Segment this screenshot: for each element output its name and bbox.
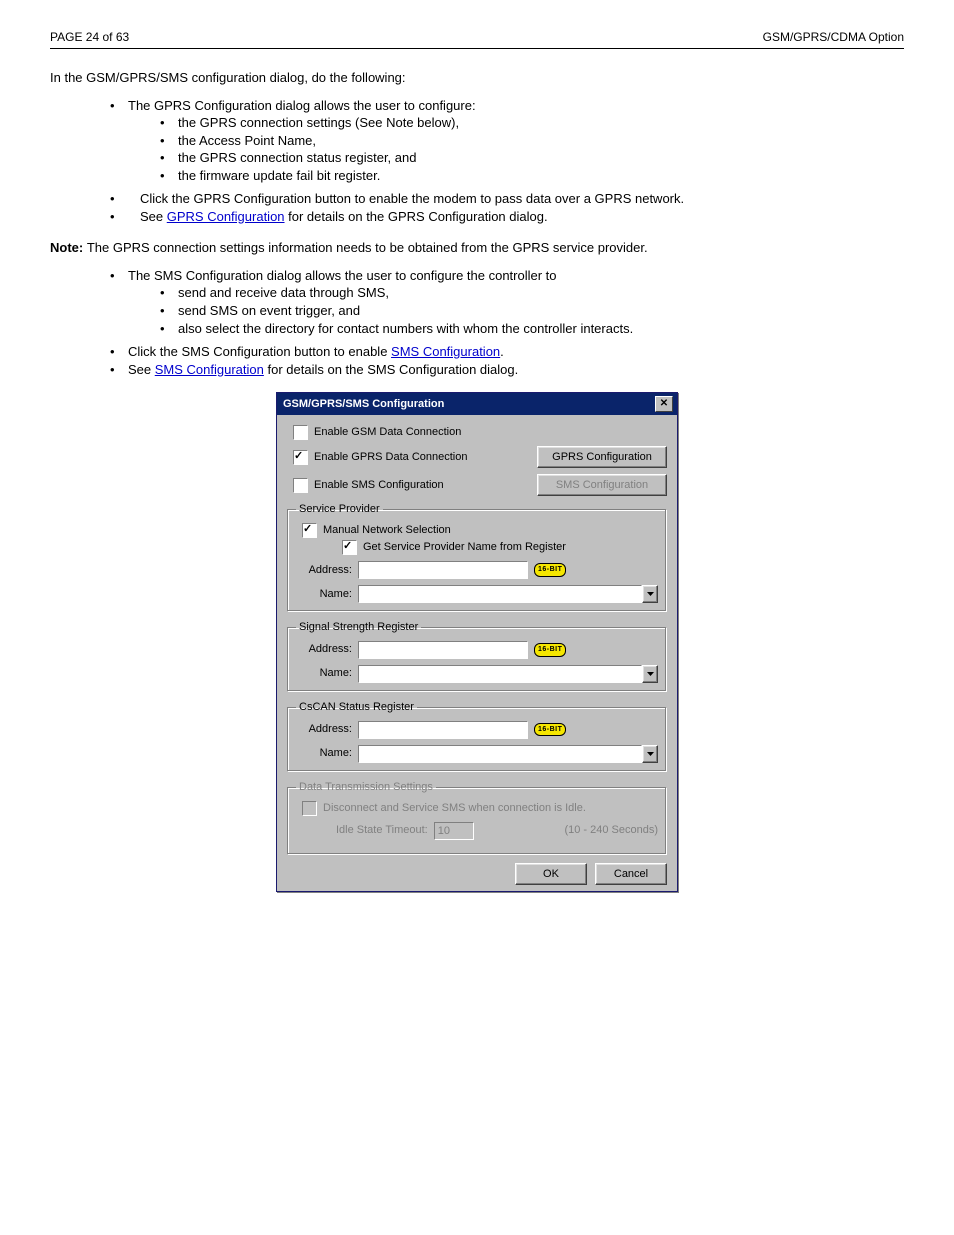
sp-name-dropdown[interactable] bbox=[642, 585, 658, 603]
sms-click-before: Click the SMS Configuration button to en… bbox=[128, 344, 391, 359]
gprs-see-after: for details on the GPRS Configuration di… bbox=[285, 209, 548, 224]
gprs-sub-0: the GPRS connection settings (See Note b… bbox=[178, 114, 904, 132]
cs-address-badge: 16-BIT bbox=[534, 723, 566, 736]
disconnect-idle-checkbox bbox=[302, 801, 317, 816]
sms-click-after: . bbox=[500, 344, 504, 359]
cs-address-label: Address: bbox=[296, 722, 352, 737]
sp-address-input[interactable] bbox=[358, 561, 528, 579]
bullet-icon: • bbox=[110, 190, 140, 208]
close-icon: ✕ bbox=[660, 399, 668, 409]
note-label: Note: bbox=[50, 240, 87, 255]
enable-gsm-checkbox[interactable] bbox=[293, 425, 308, 440]
get-provider-name-checkbox[interactable] bbox=[342, 540, 357, 555]
cancel-button[interactable]: Cancel bbox=[595, 863, 667, 885]
bullet-icon: • bbox=[110, 267, 128, 285]
ss-address-input[interactable] bbox=[358, 641, 528, 659]
intro-text: In the GSM/GPRS/SMS configuration dialog… bbox=[50, 69, 904, 87]
gprs-see-before: See bbox=[140, 209, 167, 224]
sp-name-input[interactable] bbox=[358, 585, 642, 603]
manual-network-label: Manual Network Selection bbox=[323, 523, 451, 538]
dialog-title: GSM/GPRS/SMS Configuration bbox=[283, 397, 444, 412]
service-provider-legend: Service Provider bbox=[296, 502, 383, 517]
note-text: The GPRS connection settings information… bbox=[87, 240, 648, 255]
sp-address-label: Address: bbox=[296, 563, 352, 578]
enable-sms-checkbox[interactable] bbox=[293, 478, 308, 493]
sms-see-before: See bbox=[128, 362, 155, 377]
header-right: GSM/GPRS/CDMA Option bbox=[763, 30, 904, 44]
header-left: PAGE 24 of 63 bbox=[50, 30, 129, 44]
gprs-main-bullet: The GPRS Configuration dialog allows the… bbox=[128, 97, 904, 115]
enable-gprs-checkbox[interactable] bbox=[293, 450, 308, 465]
service-provider-group: Service Provider Manual Network Selectio… bbox=[287, 502, 667, 612]
manual-network-checkbox[interactable] bbox=[302, 523, 317, 538]
bullet-icon: • bbox=[160, 167, 178, 185]
bullet-icon: • bbox=[160, 149, 178, 167]
sms-see-link-row: See SMS Configuration for details on the… bbox=[128, 361, 904, 379]
header-rule bbox=[50, 48, 904, 49]
ss-name-label: Name: bbox=[296, 666, 352, 681]
bullet-icon: • bbox=[110, 97, 128, 115]
gprs-click-config: Click the GPRS Configuration button to e… bbox=[140, 190, 904, 208]
gprs-sub-3: the firmware update fail bit register. bbox=[178, 167, 904, 185]
bullet-icon: • bbox=[160, 320, 178, 338]
sms-main-bullet: The SMS Configuration dialog allows the … bbox=[128, 267, 904, 285]
ss-address-label: Address: bbox=[296, 642, 352, 657]
get-provider-name-label: Get Service Provider Name from Register bbox=[363, 540, 566, 555]
signal-strength-group: Signal Strength Register Address: 16-BIT… bbox=[287, 620, 667, 692]
cs-name-label: Name: bbox=[296, 746, 352, 761]
gprs-see-link-row: See GPRS Configuration for details on th… bbox=[140, 208, 904, 226]
enable-gsm-label: Enable GSM Data Connection bbox=[314, 425, 461, 440]
enable-sms-label: Enable SMS Configuration bbox=[314, 478, 537, 493]
ss-address-badge: 16-BIT bbox=[534, 643, 566, 656]
chevron-down-icon bbox=[647, 592, 654, 596]
dialog-titlebar: GSM/GPRS/SMS Configuration ✕ bbox=[277, 393, 677, 415]
cs-name-dropdown[interactable] bbox=[642, 745, 658, 763]
cscan-status-group: CsCAN Status Register Address: 16-BIT Na… bbox=[287, 700, 667, 772]
idle-timeout-label: Idle State Timeout: bbox=[336, 823, 428, 838]
sp-name-label: Name: bbox=[296, 587, 352, 602]
gprs-config-link[interactable]: GPRS Configuration bbox=[167, 209, 285, 224]
idle-timeout-hint: (10 - 240 Seconds) bbox=[480, 823, 658, 838]
ok-button[interactable]: OK bbox=[515, 863, 587, 885]
bullet-icon: • bbox=[110, 361, 128, 379]
enable-gprs-label: Enable GPRS Data Connection bbox=[314, 450, 537, 465]
chevron-down-icon bbox=[647, 752, 654, 756]
cs-address-input[interactable] bbox=[358, 721, 528, 739]
ss-name-dropdown[interactable] bbox=[642, 665, 658, 683]
data-transmission-legend: Data Transmission Settings bbox=[296, 780, 436, 795]
cscan-status-legend: CsCAN Status Register bbox=[296, 700, 417, 715]
sms-sub-0: send and receive data through SMS, bbox=[178, 284, 904, 302]
bullet-icon: • bbox=[110, 343, 128, 361]
disconnect-idle-label: Disconnect and Service SMS when connecti… bbox=[323, 801, 586, 816]
bullet-icon: • bbox=[160, 132, 178, 150]
gprs-sub-1: the Access Point Name, bbox=[178, 132, 904, 150]
bullet-icon: • bbox=[160, 284, 178, 302]
idle-timeout-input bbox=[434, 822, 474, 840]
bullet-icon: • bbox=[160, 114, 178, 132]
sp-address-badge: 16-BIT bbox=[534, 563, 566, 576]
bullet-icon: • bbox=[160, 302, 178, 320]
data-transmission-group: Data Transmission Settings Disconnect an… bbox=[287, 780, 667, 855]
gsm-gprs-sms-config-dialog: GSM/GPRS/SMS Configuration ✕ Enable GSM … bbox=[276, 392, 678, 891]
sms-click-config-row: Click the SMS Configuration button to en… bbox=[128, 343, 904, 361]
gprs-configuration-button[interactable]: GPRS Configuration bbox=[537, 446, 667, 468]
sms-sub-2: also select the directory for contact nu… bbox=[178, 320, 904, 338]
gprs-sub-2: the GPRS connection status register, and bbox=[178, 149, 904, 167]
cs-name-input[interactable] bbox=[358, 745, 642, 763]
close-button[interactable]: ✕ bbox=[655, 396, 673, 412]
ss-name-input[interactable] bbox=[358, 665, 642, 683]
bullet-icon: • bbox=[110, 208, 140, 226]
sms-sub-1: send SMS on event trigger, and bbox=[178, 302, 904, 320]
header-row: PAGE 24 of 63 GSM/GPRS/CDMA Option bbox=[50, 30, 904, 44]
sms-enable-link[interactable]: SMS Configuration bbox=[391, 344, 500, 359]
sms-see-after: for details on the SMS Configuration dia… bbox=[264, 362, 518, 377]
chevron-down-icon bbox=[647, 672, 654, 676]
sms-configuration-button[interactable]: SMS Configuration bbox=[537, 474, 667, 496]
sms-config-link[interactable]: SMS Configuration bbox=[155, 362, 264, 377]
signal-strength-legend: Signal Strength Register bbox=[296, 620, 421, 635]
